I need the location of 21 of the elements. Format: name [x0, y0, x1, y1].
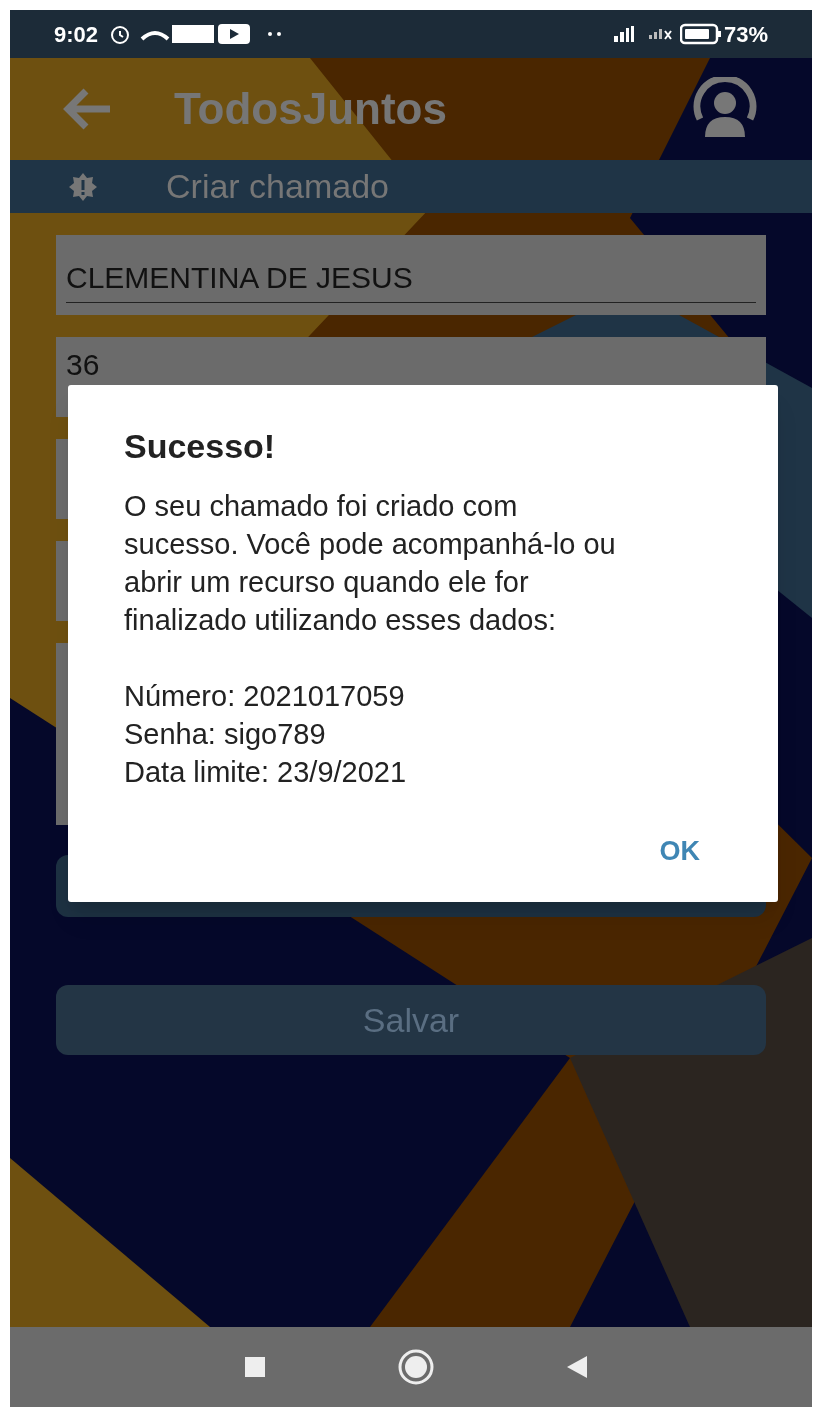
field-value: 36 — [66, 347, 101, 383]
battery-icon — [679, 23, 722, 45]
alert-badge-icon — [68, 171, 98, 202]
dialog-title: Sucesso! — [124, 426, 277, 467]
battery-percent: 73% — [723, 20, 768, 49]
ok-button[interactable]: OK — [651, 827, 708, 876]
play-icon — [218, 24, 251, 44]
input-field[interactable]: CLEMENTINA DE JESUS — [56, 235, 766, 315]
section-title: Criar chamado — [166, 166, 389, 207]
save-button[interactable]: Salvar — [56, 985, 766, 1055]
dialog-detail: Senha: sigo789 — [124, 717, 327, 752]
notification-icon — [172, 25, 215, 43]
dialog-detail: Número: 2021017059 — [124, 679, 406, 714]
dialog-message: O seu chamado foi criado com sucesso. Você pode acompanhá-lo ou abrir um recurso quando ele for finalizado utilizando esses dados: — [124, 489, 617, 638]
app-title: TodosJuntos — [174, 83, 447, 135]
back-icon[interactable] — [567, 1356, 587, 1378]
home-icon[interactable] — [397, 1348, 435, 1386]
status-time: 9:02 — [54, 20, 99, 49]
no-signal-icon — [647, 28, 672, 40]
field-value: CLEMENTINA DE JESUS — [66, 260, 414, 296]
dialog-detail: Data limite: 23/9/2021 — [124, 755, 408, 790]
